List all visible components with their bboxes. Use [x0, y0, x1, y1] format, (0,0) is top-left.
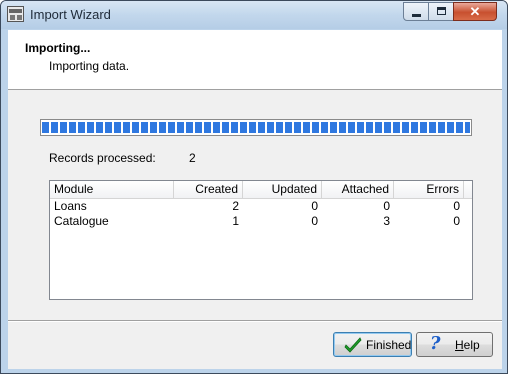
import-progress-bar [40, 119, 472, 136]
close-icon: ✕ [469, 4, 481, 19]
minimize-button[interactable] [403, 2, 429, 21]
footer-divider [8, 320, 502, 322]
column-header-updated[interactable]: Updated [243, 181, 322, 198]
help-question-icon: ? [430, 333, 441, 354]
results-list[interactable]: Module Created Updated Attached Errors L… [49, 180, 473, 300]
app-icon [7, 6, 24, 22]
cell-errors: 0 [453, 199, 460, 213]
cell-updated: 0 [311, 199, 318, 213]
page-subtitle: Importing data. [49, 59, 130, 73]
minimize-icon [412, 14, 421, 17]
page-title: Importing... [25, 41, 91, 55]
cell-attached: 0 [383, 199, 390, 213]
table-row[interactable]: Loans 2 0 0 0 [50, 199, 472, 214]
cell-created: 1 [232, 214, 239, 228]
column-header-errors[interactable]: Errors [394, 181, 464, 198]
column-header-module[interactable]: Module [50, 181, 174, 198]
cell-created: 2 [232, 199, 239, 213]
cell-errors: 0 [453, 214, 460, 228]
list-header: Module Created Updated Attached Errors [50, 181, 472, 199]
checkmark-icon [344, 337, 362, 353]
records-processed-label: Records processed: [49, 151, 156, 165]
cell-module: Catalogue [54, 214, 109, 228]
window-title: Import Wizard [30, 7, 111, 22]
maximize-button[interactable] [428, 2, 454, 21]
import-wizard-window: Import Wizard ✕ Importing... Importing d… [0, 0, 508, 374]
progress-fill [42, 122, 470, 133]
column-header-attached[interactable]: Attached [322, 181, 394, 198]
finished-button[interactable]: Finished [333, 332, 412, 357]
column-header-created[interactable]: Created [174, 181, 243, 198]
wizard-header: Importing... Importing data. [8, 30, 502, 90]
close-button[interactable]: ✕ [453, 2, 497, 21]
help-label: Help [455, 338, 480, 352]
help-button[interactable]: ? Help [416, 332, 493, 357]
maximize-icon [437, 7, 446, 15]
dialog-client-area: Importing... Importing data. Records pro… [8, 30, 502, 369]
cell-updated: 0 [311, 214, 318, 228]
cell-module: Loans [54, 199, 87, 213]
records-processed-value: 2 [189, 151, 196, 165]
title-bar[interactable]: Import Wizard ✕ [1, 1, 507, 29]
table-row[interactable]: Catalogue 1 0 3 0 [50, 214, 472, 229]
finished-label: Finished [366, 338, 412, 352]
cell-attached: 3 [383, 214, 390, 228]
